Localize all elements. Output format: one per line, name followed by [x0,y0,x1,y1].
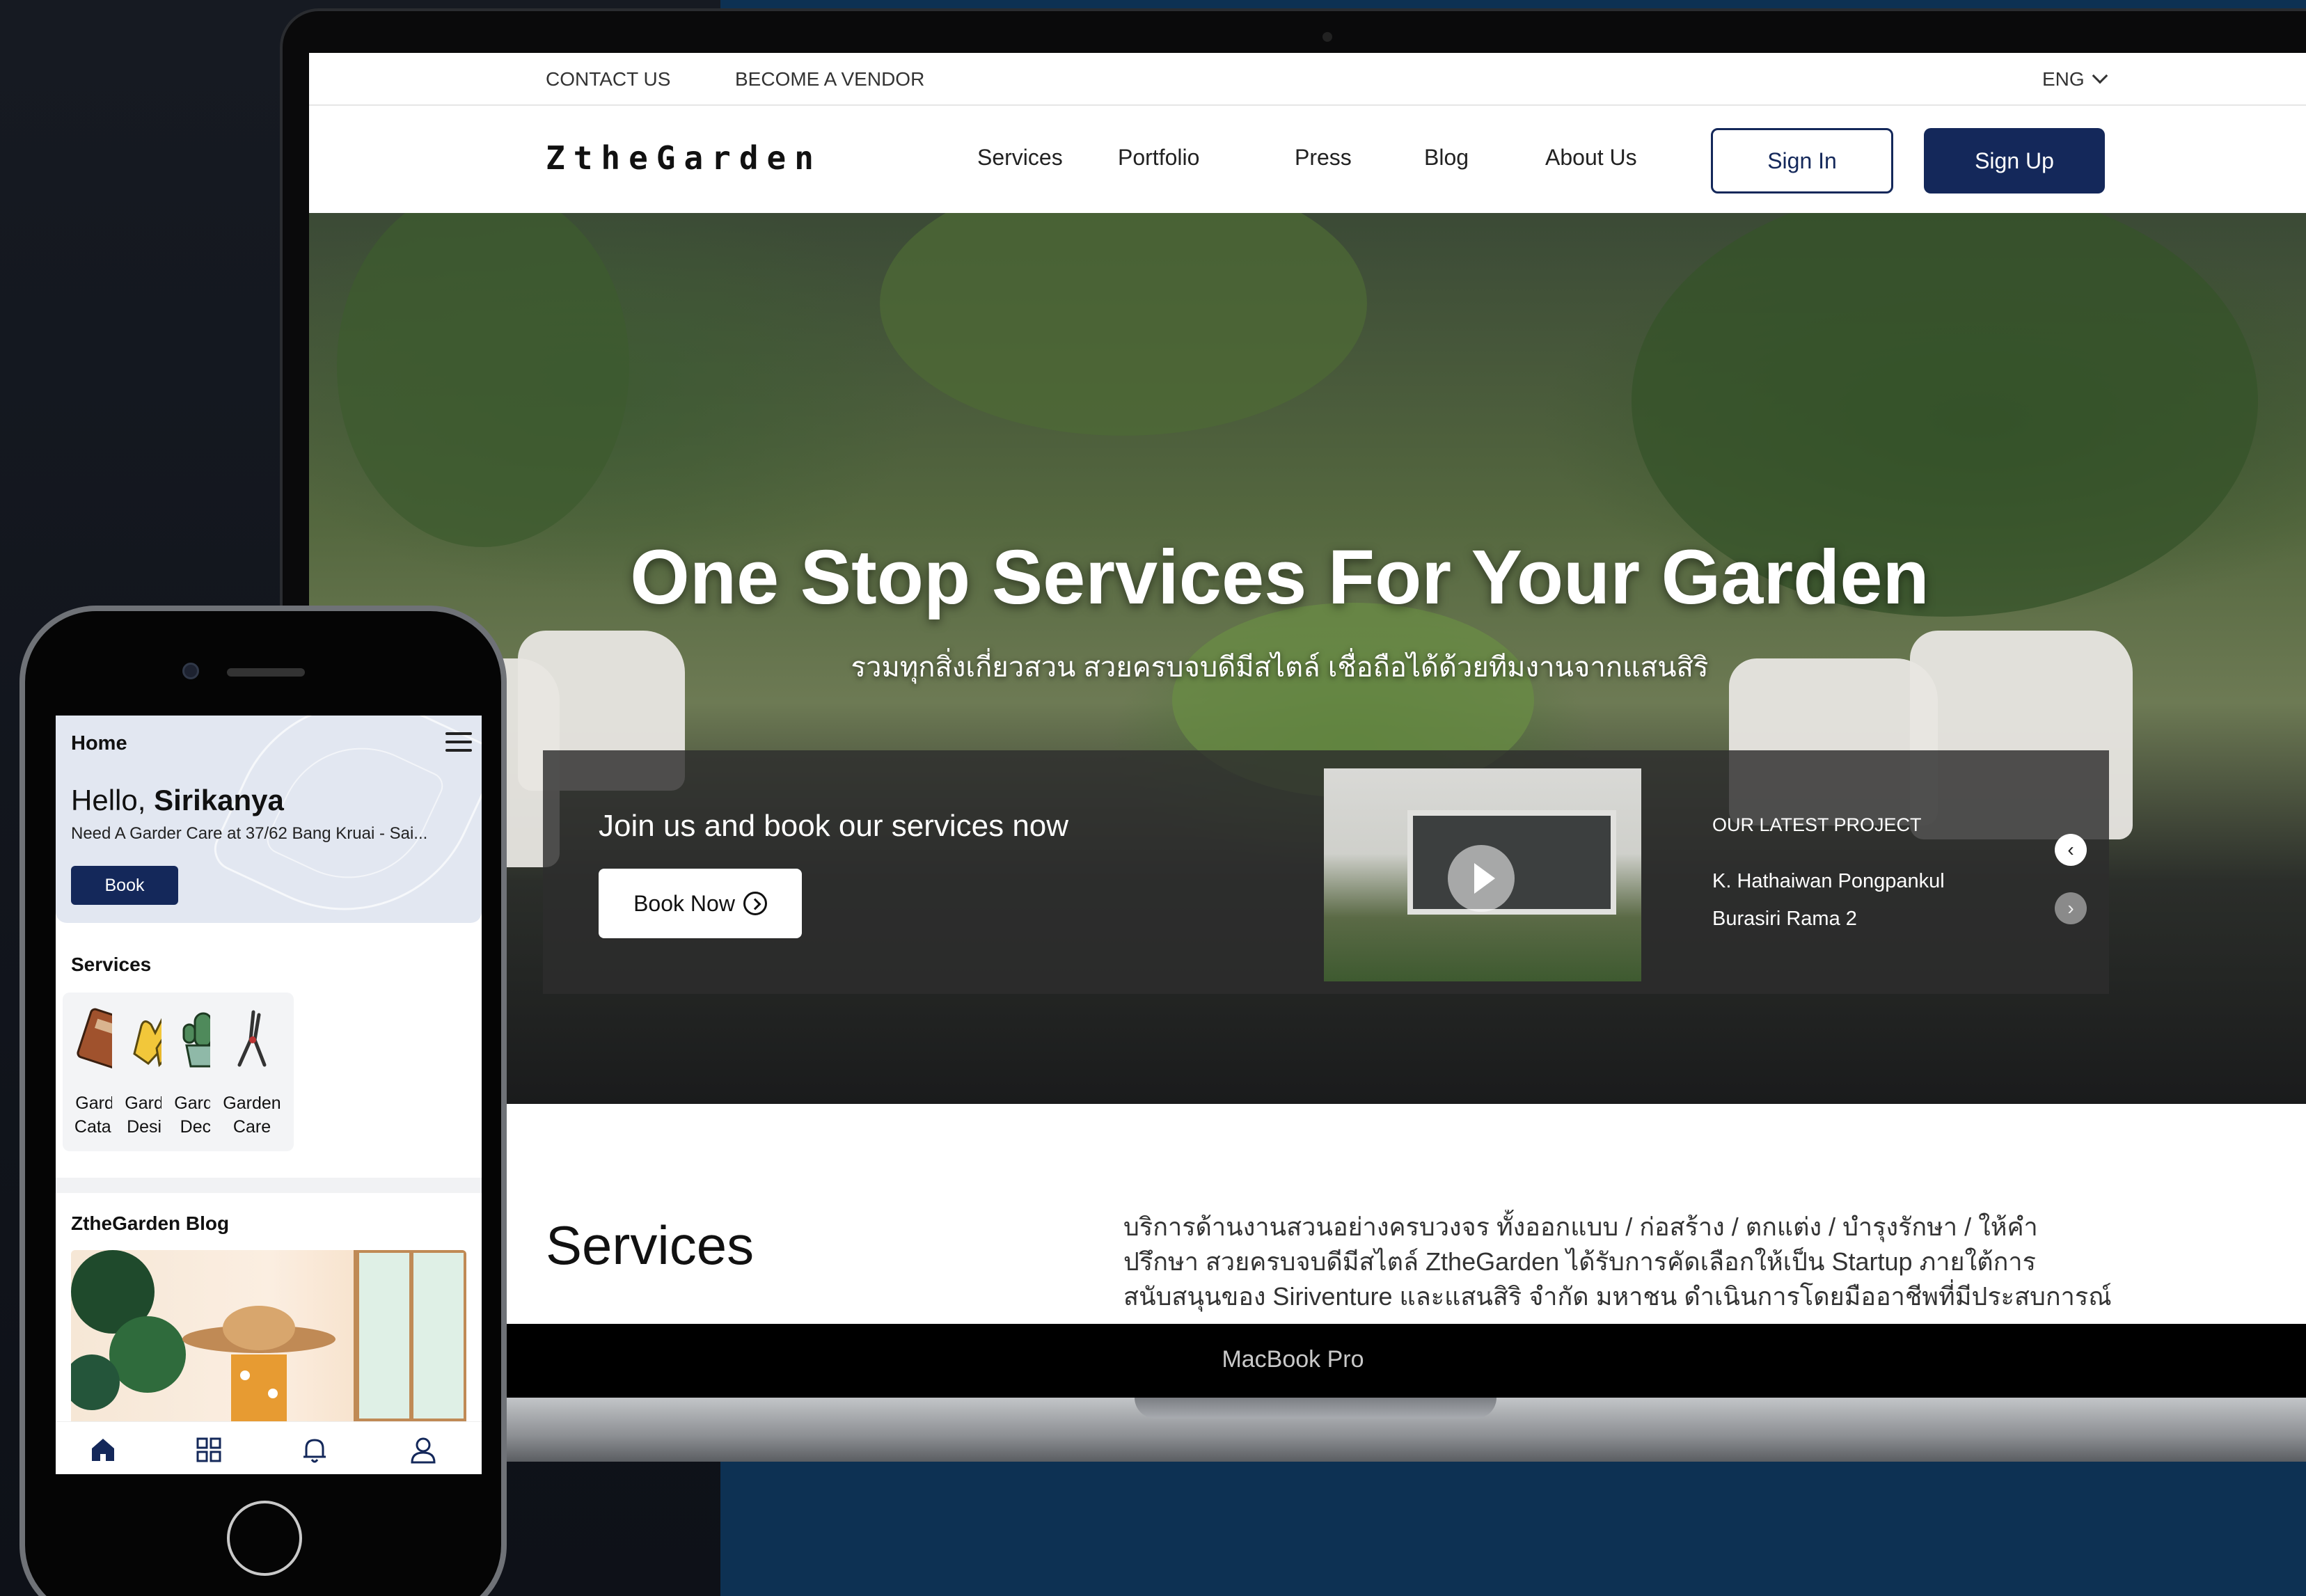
project-video-thumbnail[interactable] [1324,768,1641,981]
user-icon[interactable] [408,1435,439,1465]
service-label-line: Garden [223,1093,281,1113]
user-name: Sirikanya [154,784,284,816]
arrow-right-circle-icon [743,892,767,915]
phone-header: Home Hello, Sirikanya Need A Garder Care… [56,716,482,923]
phone-screen: Home Hello, Sirikanya Need A Garder Care… [56,716,482,1474]
blog-illustration[interactable] [71,1250,466,1421]
phone-camera [182,663,199,679]
blog-heading: ZtheGarden Blog [71,1212,230,1234]
laptop-chin: MacBook Pro [280,1324,2306,1398]
hero-title-text: One Stop Services For Your Garden [630,535,1929,620]
sign-up-button[interactable]: Sign Up [1924,128,2105,193]
phone-page-title: Home [71,732,127,754]
hero-subtitle-text: รวมทุกสิ่งเกี่ยวสวน สวยครบจบดีมีสไตล์ เช… [851,652,1709,683]
menu-icon[interactable] [445,732,472,757]
phone-speaker [227,668,305,677]
service-label: Garden Care [210,1091,294,1139]
book-now-label: Book Now [633,890,735,916]
chevron-right-icon[interactable]: › [2055,892,2087,924]
site-logo[interactable]: ZtheGarden [546,139,822,177]
play-icon[interactable] [1448,845,1515,912]
hero-foliage [337,213,629,547]
hero-subtitle: รวมทุกสิ่งเกี่ยวสวน สวยครบจบดีมีสไตล์ เช… [309,645,2306,689]
section-divider [56,1178,482,1193]
latest-project-place: Burasiri Rama 2 [1712,908,1857,930]
service-label-line: Care [232,1117,271,1137]
latest-project-name: K. Hathaiwan Pongpankul [1712,870,1945,892]
contact-us-link[interactable]: CONTACT US [546,68,670,90]
language-label: ENG [2042,68,2085,90]
video-house-image [1407,810,1616,915]
chevron-down-icon [2092,68,2108,84]
booking-panel: Join us and book our services now Book N… [543,750,2109,994]
nav-services[interactable]: Services [977,145,1063,171]
services-heading: Services [546,1215,755,1276]
utility-bar: CONTACT US BECOME A VENDOR ENG [309,53,2306,106]
nav-about-us[interactable]: About Us [1545,145,1637,171]
hero-title: One Stop Services For Your Garden [309,533,2306,622]
laptop-screen: CONTACT US BECOME A VENDOR ENG ZtheGarde… [309,53,2306,1324]
laptop-brand-label: MacBook Pro [1222,1346,1364,1373]
greeting: Hello, Sirikanya [71,784,284,817]
care-note: Need A Garder Care at 37/62 Bang Kruai -… [71,824,428,843]
laptop-hinge-notch [1135,1398,1496,1419]
grid-icon[interactable] [194,1435,224,1465]
language-selector[interactable]: ENG [2042,68,2108,90]
bell-icon[interactable] [299,1435,330,1465]
phone-services-heading: Services [71,954,152,975]
hero-foliage [880,213,1367,436]
main-nav: ZtheGarden Services Portfolio Press Blog… [309,106,2306,213]
service-card-garden-care[interactable]: Garden Care [210,993,294,1151]
book-button[interactable]: Book [71,866,178,905]
become-vendor-link[interactable]: BECOME A VENDOR [735,68,924,90]
booking-heading: Join us and book our services now [599,809,1069,843]
sign-in-button[interactable]: Sign In [1711,128,1893,193]
home-icon[interactable] [88,1435,118,1465]
services-description: บริการด้านงานสวนอย่างครบวงจร ทั้งออกแบบ … [1123,1212,2112,1311]
latest-project-label: OUR LATEST PROJECT [1712,814,1922,835]
pruning-shears-icon [219,1005,285,1072]
laptop-camera [1322,32,1332,42]
phone-device: Home Hello, Sirikanya Need A Garder Care… [19,606,507,1596]
nav-blog[interactable]: Blog [1424,145,1469,171]
greeting-prefix: Hello, [71,784,146,816]
book-now-button[interactable]: Book Now [599,869,802,938]
phone-tab-bar [56,1421,482,1474]
phone-home-button[interactable] [227,1501,302,1576]
nav-press[interactable]: Press [1295,145,1352,171]
nav-portfolio[interactable]: Portfolio [1118,145,1199,171]
chevron-left-icon[interactable]: ‹ [2055,834,2087,866]
